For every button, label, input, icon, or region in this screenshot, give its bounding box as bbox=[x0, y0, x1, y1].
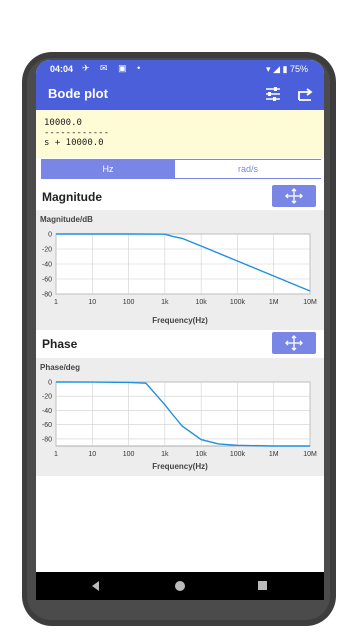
status-bar: 04:04 ✈ ✉ ▣ • ▾ ◢ ▮ 75% bbox=[36, 60, 324, 78]
signal-icon: ◢ bbox=[273, 64, 280, 74]
y-tick-label: -60 bbox=[42, 277, 52, 284]
x-tick-label: 100 bbox=[123, 451, 135, 458]
x-tick-label: 10M bbox=[303, 299, 317, 306]
home-icon[interactable] bbox=[175, 581, 185, 591]
y-tick-label: -80 bbox=[42, 436, 52, 443]
magnitude-plot-area: Magnitude/dB 1 10 100 1k 10k 100k 1M 10M 0 -20 -40… bbox=[36, 210, 324, 330]
x-tick-label: 10 bbox=[88, 299, 96, 306]
y-tick-label: -60 bbox=[42, 422, 52, 429]
app-title: Bode plot bbox=[48, 86, 108, 101]
magnitude-xlabel: Frequency(Hz) bbox=[152, 316, 208, 325]
recents-icon[interactable] bbox=[258, 581, 267, 590]
x-tick-label: 1k bbox=[161, 451, 169, 458]
navigation-bar bbox=[36, 572, 324, 600]
battery-level: 75% bbox=[289, 64, 308, 74]
x-tick-label: 1 bbox=[54, 451, 58, 458]
app-screen: 04:04 ✈ ✉ ▣ • ▾ ◢ ▮ 75% Bode plot 10000.… bbox=[36, 60, 324, 600]
plot-frame bbox=[55, 381, 311, 447]
back-icon[interactable] bbox=[92, 581, 99, 591]
fraction-bar: ------------ bbox=[44, 128, 110, 138]
phase-ylabel: Phase/deg bbox=[40, 363, 81, 372]
x-tick-label: 10k bbox=[195, 299, 207, 306]
x-tick-label: 1M bbox=[269, 299, 279, 306]
x-tick-label: 10M bbox=[303, 451, 317, 458]
unit-toggle: Hz rad/s bbox=[41, 159, 321, 179]
x-tick-label: 100 bbox=[123, 299, 135, 306]
x-tick-label: 10 bbox=[88, 451, 96, 458]
app-bar: Bode plot bbox=[36, 78, 324, 110]
wifi-icon: ▾ bbox=[266, 64, 271, 74]
share-icon bbox=[298, 88, 313, 101]
phase-plot-area: Phase/deg 1 10 100 1k 10k 100k 1M 10M 0 -20 -40 -60… bbox=[36, 358, 324, 476]
phase-xlabel: Frequency(Hz) bbox=[152, 462, 208, 471]
export-button[interactable] bbox=[294, 83, 316, 105]
sliders-icon bbox=[266, 87, 280, 101]
settings-button[interactable] bbox=[262, 83, 284, 105]
move-icon bbox=[285, 188, 303, 204]
y-tick-label: -40 bbox=[42, 408, 52, 415]
x-tick-label: 10k bbox=[195, 451, 207, 458]
x-tick-label: 100k bbox=[230, 299, 246, 306]
y-tick-label: -20 bbox=[42, 247, 52, 254]
y-tick-label: 0 bbox=[48, 380, 52, 387]
magnitude-ylabel: Magnitude/dB bbox=[40, 215, 93, 224]
nav-buttons bbox=[92, 581, 267, 591]
transfer-function: 10000.0 ------------ s + 10000.0 bbox=[36, 110, 324, 158]
x-tick-label: 1k bbox=[161, 299, 169, 306]
y-tick-label: -40 bbox=[42, 262, 52, 269]
notification-icons: ✈ ✉ ▣ • bbox=[82, 63, 145, 73]
phase-chart: 1 10 100 1k 10k 100k 1M 10M 0 -20 -40 -60 -80 bbox=[42, 380, 317, 459]
status-right: ▾ ◢ ▮ 75% bbox=[266, 64, 308, 75]
x-tick-label: 1M bbox=[269, 451, 279, 458]
magnitude-move-button[interactable] bbox=[272, 185, 316, 207]
unit-hz-button[interactable]: Hz bbox=[42, 160, 174, 178]
battery-icon: ▮ bbox=[282, 64, 288, 74]
numerator: 10000.0 bbox=[44, 118, 82, 128]
phase-move-button[interactable] bbox=[272, 332, 316, 354]
move-icon bbox=[285, 335, 303, 351]
magnitude-chart: 1 10 100 1k 10k 100k 1M 10M 0 -20 -40 -60 -80 bbox=[42, 232, 317, 307]
unit-rads-button[interactable]: rad/s bbox=[174, 160, 321, 178]
x-tick-label: 100k bbox=[230, 451, 246, 458]
y-tick-label: -20 bbox=[42, 394, 52, 401]
phase-title: Phase bbox=[42, 337, 78, 351]
status-time: 04:04 bbox=[50, 64, 74, 74]
y-tick-label: -80 bbox=[42, 292, 52, 299]
y-tick-label: 0 bbox=[48, 232, 52, 239]
denominator: s + 10000.0 bbox=[44, 138, 104, 148]
magnitude-title: Magnitude bbox=[42, 190, 102, 204]
x-tick-label: 1 bbox=[54, 299, 58, 306]
